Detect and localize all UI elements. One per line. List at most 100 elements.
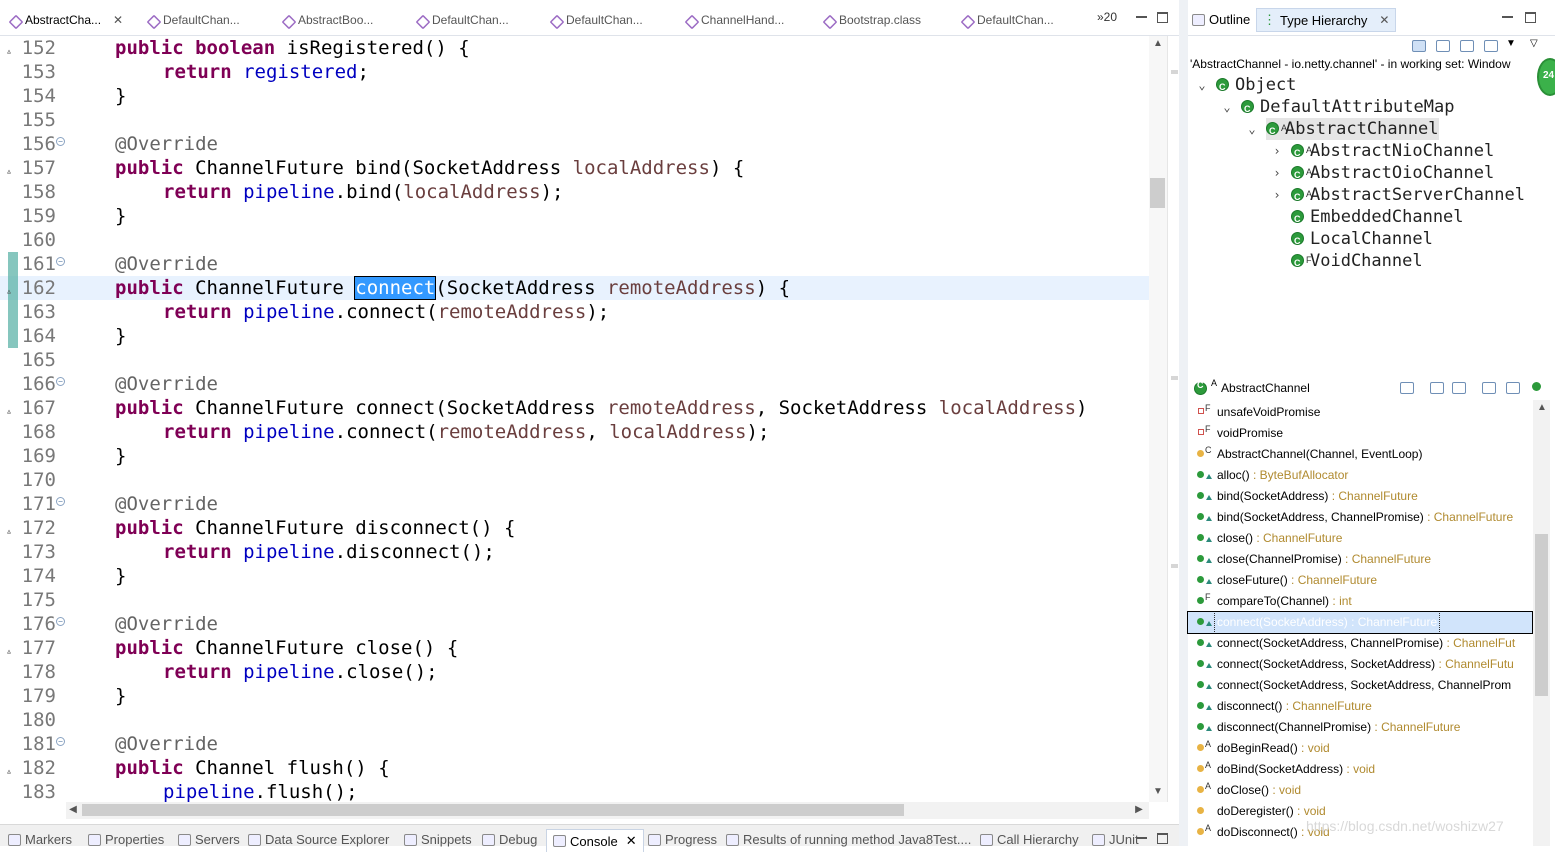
bottom-view-tab[interactable]: Data Source Explorer	[248, 832, 389, 847]
code-line[interactable]: 176− @Override	[0, 612, 1149, 636]
hide-non-public-icon[interactable]	[1532, 382, 1541, 391]
code-line[interactable]: ▵ 167 public ChannelFuture connect(SocketA…	[0, 396, 1149, 420]
fold-toggle-icon[interactable]: −	[56, 377, 65, 386]
member-item[interactable]: FvoidPromise	[1188, 423, 1532, 444]
code-text[interactable]: }	[115, 444, 126, 468]
code-line[interactable]: 175	[0, 588, 1149, 612]
editor-tab[interactable]: DefaultChan...	[549, 8, 643, 32]
minimize-icon[interactable]	[1502, 12, 1513, 18]
code-line[interactable]: 161− @Override	[0, 252, 1149, 276]
code-line[interactable]: 183 pipeline.flush();	[0, 780, 1149, 802]
maximize-icon[interactable]	[1157, 833, 1168, 844]
close-icon[interactable]: ✕	[626, 833, 637, 849]
code-line[interactable]: 174}	[0, 564, 1149, 588]
code-line[interactable]: 164}	[0, 324, 1149, 348]
editor-tab[interactable]: DefaultChan...	[960, 8, 1054, 32]
notification-badge[interactable]: 24	[1537, 58, 1555, 96]
bottom-view-tab[interactable]: Markers	[8, 832, 72, 847]
code-text[interactable]: public ChannelFuture close() {	[115, 636, 458, 660]
chevron-down-icon[interactable]: ▼	[1506, 38, 1516, 49]
overview-mark[interactable]	[1171, 376, 1178, 380]
maximize-icon[interactable]	[1157, 12, 1168, 23]
code-text[interactable]: public ChannelFuture bind(SocketAddress …	[115, 156, 744, 180]
member-item[interactable]: connect(SocketAddress, SocketAddress) : …	[1188, 654, 1532, 675]
member-item[interactable]: disconnect() : ChannelFuture	[1188, 696, 1532, 717]
tab-type-hierarchy[interactable]: ⋮ Type Hierarchy ✕	[1256, 8, 1397, 32]
code-text[interactable]: @Override	[115, 252, 218, 276]
code-text[interactable]: return pipeline.disconnect();	[163, 540, 495, 564]
code-line[interactable]: 160	[0, 228, 1149, 252]
code-text[interactable]: public ChannelFuture connect(SocketAddre…	[115, 276, 790, 300]
code-line[interactable]: 169}	[0, 444, 1149, 468]
editor-tab[interactable]: ChannelHand...	[684, 8, 784, 32]
editor-tab[interactable]: AbstractBoo...	[281, 8, 373, 32]
tab-overflow-button[interactable]: »20	[1097, 10, 1117, 24]
scrollbar-thumb[interactable]	[1535, 534, 1548, 696]
show-supertype-hierarchy-icon[interactable]	[1436, 40, 1450, 52]
scrollbar-thumb[interactable]	[1150, 178, 1165, 208]
code-line[interactable]: 181− @Override	[0, 732, 1149, 756]
code-line[interactable]: 170	[0, 468, 1149, 492]
editor-vertical-scrollbar[interactable]: ▲ ▼	[1149, 36, 1167, 802]
code-text[interactable]: return pipeline.connect(remoteAddress);	[163, 300, 609, 324]
code-line[interactable]: 158 return pipeline.bind(localAddress);	[0, 180, 1149, 204]
code-text[interactable]: @Override	[115, 132, 218, 156]
member-item[interactable]: connect(SocketAddress, SocketAddress, Ch…	[1188, 675, 1532, 696]
code-line[interactable]: 171− @Override	[0, 492, 1149, 516]
bottom-view-tab[interactable]: JUnit	[1092, 832, 1139, 847]
scroll-up-icon[interactable]: ▲	[1533, 402, 1551, 413]
code-text[interactable]: @Override	[115, 492, 218, 516]
code-text[interactable]: }	[115, 564, 126, 588]
bottom-view-tab[interactable]: Progress	[648, 832, 717, 847]
member-item[interactable]: FcompareTo(Channel) : int	[1188, 591, 1532, 612]
overview-mark[interactable]	[1171, 564, 1178, 568]
code-text[interactable]: }	[115, 684, 126, 708]
overview-mark[interactable]	[1171, 70, 1178, 74]
member-item[interactable]: AdoBeginRead() : void	[1188, 738, 1532, 759]
show-subtype-hierarchy-icon[interactable]	[1460, 40, 1474, 52]
code-editor[interactable]: ▵ 152 public boolean isRegistered() {153 re…	[0, 36, 1167, 802]
fold-toggle-icon[interactable]: −	[56, 497, 65, 506]
code-text[interactable]: public ChannelFuture disconnect() {	[115, 516, 515, 540]
code-line[interactable]: 159}	[0, 204, 1149, 228]
bottom-view-tab[interactable]: Debug	[482, 832, 537, 847]
code-text[interactable]: @Override	[115, 732, 218, 756]
code-text[interactable]: return pipeline.close();	[163, 660, 438, 684]
code-line[interactable]: 165	[0, 348, 1149, 372]
member-item[interactable]: C AbstractChannel(Channel, EventLoop)	[1188, 444, 1532, 465]
member-item[interactable]: connect(SocketAddress, ChannelPromise) :…	[1188, 633, 1532, 654]
bottom-view-tab[interactable]: Properties	[88, 832, 164, 847]
scroll-up-icon[interactable]: ▲	[1149, 38, 1167, 49]
fold-toggle-icon[interactable]: −	[56, 257, 65, 266]
fold-toggle-icon[interactable]: −	[56, 737, 65, 746]
chevron-right-icon[interactable]: ›	[1271, 162, 1283, 184]
show-all-inherited-icon[interactable]	[1400, 382, 1414, 394]
code-text[interactable]: pipeline.flush();	[163, 780, 358, 802]
bottom-view-tab[interactable]: Call Hierarchy	[980, 832, 1079, 847]
scroll-down-icon[interactable]: ▼	[1149, 786, 1167, 797]
code-text[interactable]: }	[115, 324, 126, 348]
editor-tab[interactable]: DefaultChan...	[146, 8, 240, 32]
view-menu-icon[interactable]: ▽	[1530, 38, 1538, 49]
show-type-hierarchy-icon[interactable]	[1412, 40, 1426, 52]
code-text[interactable]: return registered;	[163, 60, 369, 84]
code-line[interactable]: ▵ 172 public ChannelFuture disconnect() {	[0, 516, 1149, 540]
code-text[interactable]: public boolean isRegistered() {	[115, 36, 470, 60]
bottom-view-tab[interactable]: Console ✕	[546, 829, 644, 852]
member-list-scrollbar[interactable]: ▲	[1533, 400, 1550, 846]
code-text[interactable]: @Override	[115, 612, 218, 636]
code-line[interactable]: ▵ 152 public boolean isRegistered() {	[0, 36, 1149, 60]
code-line[interactable]: ▵ 182 public Channel flush() {	[0, 756, 1149, 780]
code-line[interactable]: 163 return pipeline.connect(remoteAddress…	[0, 300, 1149, 324]
editor-horizontal-scrollbar[interactable]: ◀ ▶	[66, 802, 1149, 819]
chevron-down-icon[interactable]: ⌄	[1246, 118, 1258, 140]
editor-tab[interactable]: Bootstrap.class	[822, 8, 921, 32]
lock-view-icon[interactable]	[1430, 382, 1444, 394]
code-text[interactable]: @Override	[115, 372, 218, 396]
member-item[interactable]: close(ChannelPromise) : ChannelFuture	[1188, 549, 1532, 570]
code-text[interactable]: }	[115, 204, 126, 228]
code-line[interactable]: 155	[0, 108, 1149, 132]
member-item[interactable]: closeFuture() : ChannelFuture	[1188, 570, 1532, 591]
fold-toggle-icon[interactable]: −	[56, 617, 65, 626]
code-text[interactable]: public Channel flush() {	[115, 756, 390, 780]
